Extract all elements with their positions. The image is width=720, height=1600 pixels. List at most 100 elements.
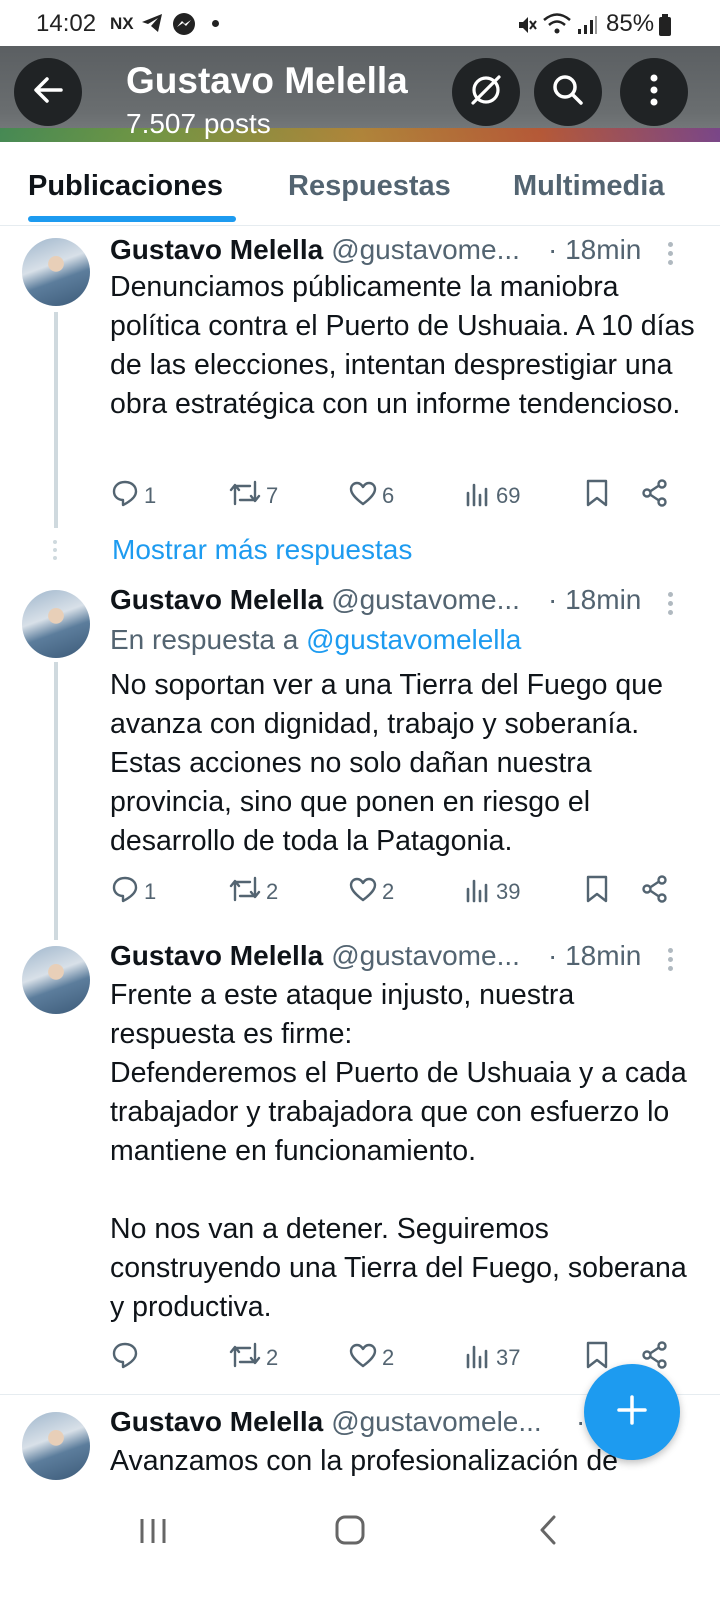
post-time[interactable]: · 18min bbox=[548, 940, 641, 972]
views-icon bbox=[464, 1341, 496, 1375]
compose-post-button[interactable] bbox=[584, 1364, 680, 1460]
post-author-name[interactable]: Gustavo Melella bbox=[110, 1406, 323, 1437]
repost-button[interactable]: 2 bbox=[228, 1338, 278, 1378]
avatar[interactable] bbox=[22, 590, 90, 658]
grok-button[interactable] bbox=[452, 58, 520, 126]
post-more-icon[interactable] bbox=[668, 592, 674, 619]
recent-apps-icon[interactable] bbox=[138, 1516, 168, 1551]
thread-line bbox=[54, 662, 58, 940]
share-button[interactable] bbox=[640, 476, 674, 516]
bookmark-button[interactable] bbox=[584, 476, 614, 516]
search-button[interactable] bbox=[534, 58, 602, 126]
post-author-name[interactable]: Gustavo Melella bbox=[110, 584, 323, 615]
avatar[interactable] bbox=[22, 946, 90, 1014]
reply-context-handle-link[interactable]: @gustavomelella bbox=[306, 624, 521, 655]
views-button[interactable]: 69 bbox=[464, 476, 520, 516]
like-count: 6 bbox=[382, 483, 395, 508]
reply-button[interactable]: 1 bbox=[110, 872, 156, 912]
reply-icon bbox=[110, 1340, 144, 1376]
post-text[interactable]: Frente a este ataque injusto, nuestra re… bbox=[110, 976, 700, 1327]
reply-button[interactable] bbox=[110, 1338, 144, 1378]
views-button[interactable]: 37 bbox=[464, 1338, 520, 1378]
bookmark-icon bbox=[584, 874, 614, 910]
share-button[interactable] bbox=[640, 872, 674, 912]
post-count: 7.507 posts bbox=[126, 108, 271, 139]
repost-button[interactable]: 7 bbox=[228, 476, 278, 516]
telegram-icon bbox=[140, 12, 164, 39]
reply-count: 1 bbox=[144, 483, 157, 508]
post-more-icon[interactable] bbox=[668, 948, 674, 975]
compose-plus-icon bbox=[615, 1393, 649, 1432]
repost-count: 2 bbox=[266, 879, 279, 904]
reply-icon bbox=[110, 874, 144, 910]
grok-icon bbox=[466, 70, 506, 115]
repost-icon bbox=[228, 874, 266, 910]
show-more-replies-link[interactable]: Mostrar más respuestas bbox=[112, 534, 412, 566]
repost-button[interactable]: 2 bbox=[228, 872, 278, 912]
post-header: Gustavo Melella @gustavomele... bbox=[110, 1406, 542, 1438]
post-time[interactable]: · 18min bbox=[548, 234, 641, 266]
post-actions: 1 2 2 39 bbox=[110, 872, 690, 912]
post-text[interactable]: Denunciamos públicamente la maniobra pol… bbox=[110, 268, 700, 424]
like-button[interactable]: 2 bbox=[348, 872, 394, 912]
post-author-handle[interactable]: @gustavome... bbox=[331, 940, 520, 971]
profile-name-title: Gustavo Melella bbox=[126, 60, 408, 101]
post-author-name[interactable]: Gustavo Melella bbox=[110, 940, 323, 971]
views-count: 37 bbox=[496, 1345, 521, 1370]
tab-publicaciones[interactable]: Publicaciones bbox=[28, 170, 223, 203]
repost-icon bbox=[228, 1340, 266, 1376]
post-actions: 2 2 37 bbox=[110, 1338, 690, 1378]
more-vertical-icon bbox=[649, 74, 659, 111]
header-banner-strip bbox=[0, 128, 720, 142]
post-header: Gustavo Melella @gustavome... bbox=[110, 234, 520, 266]
like-button[interactable]: 6 bbox=[348, 476, 394, 516]
thread-gap-dots bbox=[52, 540, 58, 564]
active-tab-indicator bbox=[28, 216, 236, 222]
reply-context: En respuesta a @gustavomelella bbox=[110, 624, 521, 656]
post-header: Gustavo Melella @gustavome... bbox=[110, 584, 520, 616]
bookmark-icon bbox=[584, 478, 614, 514]
reply-context-prefix: En respuesta a bbox=[110, 624, 307, 655]
post-author-handle[interactable]: @gustavome... bbox=[331, 234, 520, 265]
post-author-handle[interactable]: @gustavome... bbox=[331, 584, 520, 615]
reply-count: 1 bbox=[144, 879, 157, 904]
reply-icon bbox=[110, 478, 144, 514]
post-author-name[interactable]: Gustavo Melella bbox=[110, 234, 323, 265]
repost-count: 2 bbox=[266, 1345, 279, 1370]
mute-icon bbox=[516, 14, 538, 41]
status-app-tag: NX bbox=[110, 14, 134, 33]
status-bar: 14:02 NX 85% bbox=[0, 0, 720, 46]
post-author-handle[interactable]: @gustavomele... bbox=[331, 1406, 542, 1437]
post-text[interactable]: No soportan ver a una Tierra del Fuego q… bbox=[110, 666, 700, 861]
system-navigation-bar bbox=[0, 1490, 720, 1600]
home-icon[interactable] bbox=[334, 1514, 366, 1551]
reply-button[interactable]: 1 bbox=[110, 476, 156, 516]
views-icon bbox=[464, 875, 496, 909]
like-count: 2 bbox=[382, 879, 395, 904]
like-button[interactable]: 2 bbox=[348, 1338, 394, 1378]
views-icon bbox=[464, 479, 496, 513]
thread-line bbox=[54, 312, 58, 528]
more-options-button[interactable] bbox=[620, 58, 688, 126]
wifi-icon bbox=[542, 12, 572, 41]
battery-level: 85% bbox=[606, 10, 655, 37]
post-more-icon[interactable] bbox=[668, 242, 674, 269]
system-back-icon[interactable] bbox=[536, 1514, 560, 1551]
battery-icon bbox=[658, 14, 672, 41]
like-icon bbox=[348, 478, 382, 514]
avatar[interactable] bbox=[22, 1412, 90, 1480]
profile-tabs: Publicaciones Respuestas Multimedia bbox=[0, 142, 720, 226]
like-icon bbox=[348, 874, 382, 910]
tab-multimedia[interactable]: Multimedia bbox=[513, 170, 664, 203]
share-icon bbox=[640, 874, 674, 910]
search-icon bbox=[550, 72, 586, 113]
post-time[interactable]: · 18min bbox=[548, 584, 641, 616]
views-count: 69 bbox=[496, 483, 521, 508]
back-button[interactable] bbox=[14, 58, 82, 126]
tab-respuestas[interactable]: Respuestas bbox=[288, 170, 451, 203]
share-icon bbox=[640, 478, 674, 514]
post-header: Gustavo Melella @gustavome... bbox=[110, 940, 520, 972]
views-button[interactable]: 39 bbox=[464, 872, 520, 912]
avatar[interactable] bbox=[22, 238, 90, 306]
bookmark-button[interactable] bbox=[584, 872, 614, 912]
